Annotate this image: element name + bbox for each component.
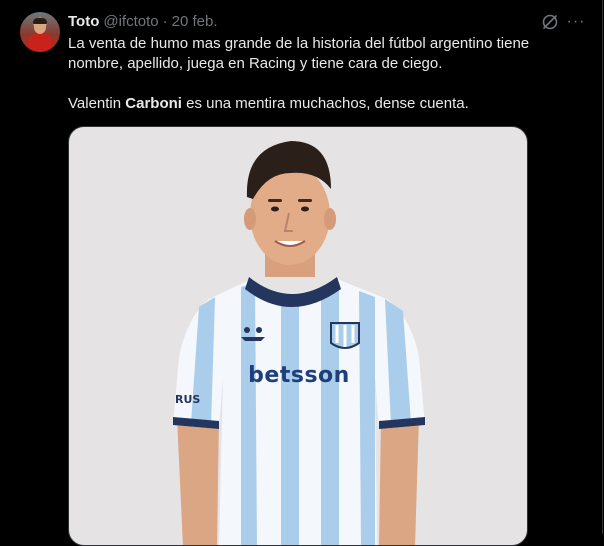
jersey-sponsor-text: betsson — [248, 363, 350, 388]
author-handle[interactable]: @ifctoto — [103, 12, 158, 32]
tweet-text-pre: Valentin — [68, 95, 126, 112]
more-icon[interactable]: ··· — [566, 12, 586, 32]
avatar-shirt — [28, 34, 52, 52]
avatar[interactable] — [20, 12, 60, 52]
separator-dot: · — [162, 13, 168, 30]
tweet-date[interactable]: 20 feb. — [172, 12, 218, 32]
avatar-hair — [33, 18, 47, 24]
author-name[interactable]: Toto — [68, 12, 99, 32]
player-photo: RUS — [173, 141, 425, 545]
tweet-text-line-1: La venta de humo mas grande de la histor… — [68, 35, 530, 72]
grok-icon[interactable] — [540, 12, 560, 32]
tweet-text: La venta de humo mas grande de la histor… — [68, 34, 558, 114]
tweet-container[interactable]: Toto @ifctoto · 20 feb. ··· La venta de … — [0, 0, 603, 546]
tweet-text-line-2: Valentin Carboni es una mentira muchacho… — [68, 94, 558, 114]
tweet-header: Toto @ifctoto · 20 feb. — [68, 12, 218, 32]
svg-text:RUS: RUS — [175, 393, 200, 406]
tweet-text-bold-name: Carboni — [125, 95, 182, 112]
tweet-text-post: es una mentira muchachos, dense cuenta. — [181, 95, 469, 112]
tweet-media-photo[interactable]: RUS betsson — [68, 126, 528, 546]
